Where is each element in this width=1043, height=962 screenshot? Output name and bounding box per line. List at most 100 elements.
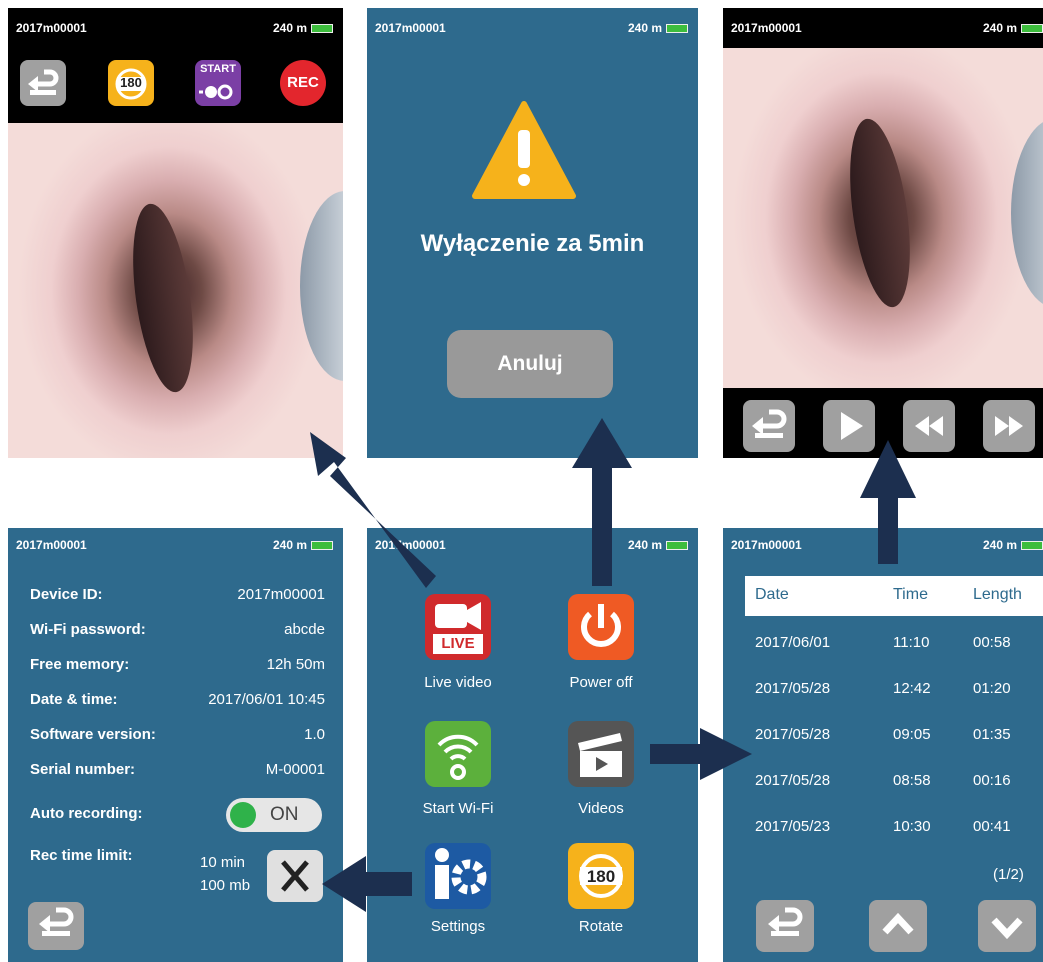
video-time: 08:58 <box>893 772 931 789</box>
status-bar: 2017m00001 240 m <box>723 8 1043 48</box>
settings-back-button[interactable] <box>28 902 84 950</box>
video-length: 01:20 <box>973 680 1011 697</box>
setting-value: M-00001 <box>265 761 325 778</box>
settings-row: Date & time: 2017/06/01 10:45 <box>30 691 325 715</box>
memory-text: 240 m <box>982 21 1017 35</box>
back-icon <box>752 409 787 438</box>
back-icon <box>768 907 803 936</box>
back-icon <box>28 69 59 95</box>
settings-row: Device ID: 2017m00001 <box>30 586 325 610</box>
start-wifi-app[interactable] <box>425 721 491 787</box>
memory-text: 240 m <box>627 21 662 35</box>
live-video-screen: 2017m00001 240 m 180 START REC <box>8 8 343 458</box>
column-header-date: Date <box>755 586 789 603</box>
camera-feature <box>1011 118 1043 308</box>
app-label: Settings <box>430 918 486 935</box>
fast-forward-icon <box>995 416 1023 436</box>
camera-feed <box>8 123 343 458</box>
power-icon <box>581 604 621 647</box>
status-bar: 2017m00001 240 m <box>367 528 698 562</box>
video-list-item[interactable]: 2017/05/28 09:05 01:35 <box>723 726 1043 750</box>
app-label: Live video <box>424 674 492 691</box>
play-button[interactable] <box>823 400 875 452</box>
auto-recording-toggle[interactable]: ON <box>226 798 322 832</box>
app-label: Start Wi-Fi <box>422 800 494 817</box>
setting-value: 12h 50m <box>266 656 325 673</box>
video-list-item[interactable]: 2017/05/28 12:42 01:20 <box>723 680 1043 704</box>
memory-text: 240 m <box>272 21 307 35</box>
toggle-value: ON <box>270 804 299 825</box>
list-back-button[interactable] <box>756 900 814 952</box>
chevron-down-icon <box>991 917 1023 940</box>
rec-limit-time: 10 min <box>200 854 246 871</box>
settings-app[interactable] <box>425 843 491 909</box>
rotate-badge: 180 <box>586 867 616 886</box>
shutdown-message: Wyłączenie za 5min <box>420 230 645 257</box>
setting-label: Rec time limit: <box>30 847 133 864</box>
scroll-up-button[interactable] <box>869 900 927 952</box>
rotate-button[interactable]: 180 <box>108 60 154 106</box>
rotate-app[interactable]: 180 <box>568 843 634 909</box>
device-id: 2017m00001 <box>375 538 446 552</box>
video-playback-screen: 2017m00001 240 m <box>723 8 1043 458</box>
video-list-item[interactable]: 2017/05/23 10:30 00:41 <box>723 818 1043 842</box>
live-badge: LIVE <box>433 634 483 654</box>
live-video-app[interactable]: LIVE <box>425 594 491 660</box>
rewind-button[interactable] <box>903 400 955 452</box>
device-id: 2017m00001 <box>16 21 87 35</box>
rec-limit-size: 100 mb <box>200 877 251 894</box>
memory-indicator: 240 m <box>628 528 688 562</box>
video-date: 2017/05/28 <box>755 726 831 743</box>
video-list-item[interactable]: 2017/05/28 08:58 00:16 <box>723 772 1043 796</box>
power-off-app[interactable] <box>568 594 634 660</box>
app-label: Videos <box>578 800 624 817</box>
back-button[interactable] <box>20 60 66 106</box>
app-label: Power off <box>569 674 633 691</box>
wifi-icon <box>437 734 479 780</box>
video-time: 12:42 <box>893 680 931 697</box>
camera-feature <box>123 200 203 396</box>
settings-row: Software version: 1.0 <box>30 726 325 750</box>
memory-text: 240 m <box>982 538 1017 552</box>
setting-value: abcde <box>284 621 325 638</box>
cancel-button[interactable]: Anuluj <box>447 330 613 398</box>
clapperboard-icon <box>578 733 622 777</box>
page-indicator: (1/2) <box>993 866 1024 883</box>
back-button[interactable] <box>743 400 795 452</box>
battery-icon <box>311 24 333 34</box>
rewind-icon <box>915 416 943 436</box>
fast-forward-button[interactable] <box>983 400 1035 452</box>
power-off-screen: 2017m00001 240 m Wyłączenie za 5min Anul… <box>367 8 698 458</box>
setting-label: Serial number: <box>30 761 136 778</box>
video-date: 2017/06/01 <box>755 634 831 651</box>
camera-feature <box>300 191 343 381</box>
start-wifi-button[interactable]: START <box>195 60 241 106</box>
battery-icon <box>311 541 333 551</box>
videos-app[interactable] <box>568 721 634 787</box>
settings-row: Wi-Fi password: abcde <box>30 621 325 645</box>
setting-label: Device ID: <box>30 586 103 603</box>
warning-icon <box>472 101 576 199</box>
battery-icon <box>1021 24 1043 34</box>
rec-limit-clear-button[interactable] <box>267 850 323 902</box>
video-length: 00:58 <box>973 634 1011 651</box>
back-icon <box>39 907 74 936</box>
scroll-down-button[interactable] <box>978 900 1036 952</box>
video-list-item[interactable]: 2017/06/01 11:10 00:58 <box>723 634 1043 658</box>
close-icon <box>281 860 309 892</box>
video-length: 00:16 <box>973 772 1011 789</box>
video-list-header: Date Time Length <box>745 576 1043 616</box>
memory-text: 240 m <box>627 538 662 552</box>
main-menu-screen: 2017m00001 240 m <box>367 528 698 962</box>
setting-value: 2017/06/01 10:45 <box>208 691 325 708</box>
start-label: START <box>200 63 236 75</box>
setting-value: 1.0 <box>304 726 325 743</box>
playback-controls <box>723 388 1043 458</box>
record-button[interactable]: REC <box>280 60 326 106</box>
memory-indicator: 240 m <box>273 528 333 562</box>
status-bar: 2017m00001 240 m <box>8 528 343 562</box>
video-length: 00:41 <box>973 818 1011 835</box>
rotate-label: 180 <box>120 75 142 90</box>
battery-icon <box>1021 541 1043 551</box>
device-id: 2017m00001 <box>731 538 802 552</box>
